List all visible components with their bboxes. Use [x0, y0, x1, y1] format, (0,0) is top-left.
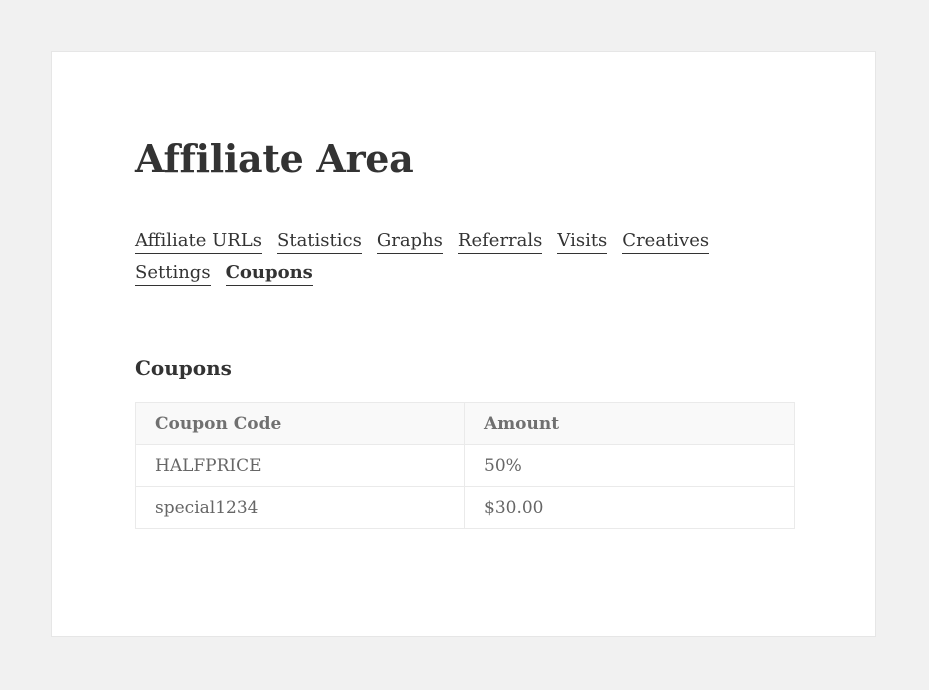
content-card: Affiliate Area Affiliate URLs Statistics…: [51, 51, 876, 637]
tab-referrals[interactable]: Referrals: [457, 228, 543, 254]
affiliate-tabs: Affiliate URLs Statistics Graphs Referra…: [135, 228, 795, 286]
column-header-amount: Amount: [464, 402, 795, 445]
coupon-amount-cell: $30.00: [464, 486, 795, 529]
coupon-amount-cell: 50%: [464, 444, 795, 487]
column-header-coupon-code: Coupon Code: [135, 402, 465, 445]
coupons-section-title: Coupons: [135, 356, 232, 380]
table-row: special1234 $30.00: [135, 486, 795, 529]
table-header-row: Coupon Code Amount: [135, 402, 795, 445]
tab-graphs[interactable]: Graphs: [376, 228, 443, 254]
tab-affiliate-urls[interactable]: Affiliate URLs: [135, 228, 262, 254]
coupon-code-cell: HALFPRICE: [135, 444, 465, 487]
coupon-code-cell: special1234: [135, 486, 465, 529]
tab-visits[interactable]: Visits: [557, 228, 608, 254]
table-row: HALFPRICE 50%: [135, 444, 795, 487]
tab-statistics[interactable]: Statistics: [277, 228, 362, 254]
affiliate-area-content: Affiliate Area Affiliate URLs Statistics…: [135, 135, 795, 529]
tab-settings[interactable]: Settings: [135, 260, 211, 286]
tab-coupons[interactable]: Coupons: [225, 260, 313, 286]
page-title: Affiliate Area: [135, 136, 414, 181]
coupons-table: Coupon Code Amount HALFPRICE 50% special…: [135, 402, 795, 529]
tab-creatives[interactable]: Creatives: [622, 228, 710, 254]
